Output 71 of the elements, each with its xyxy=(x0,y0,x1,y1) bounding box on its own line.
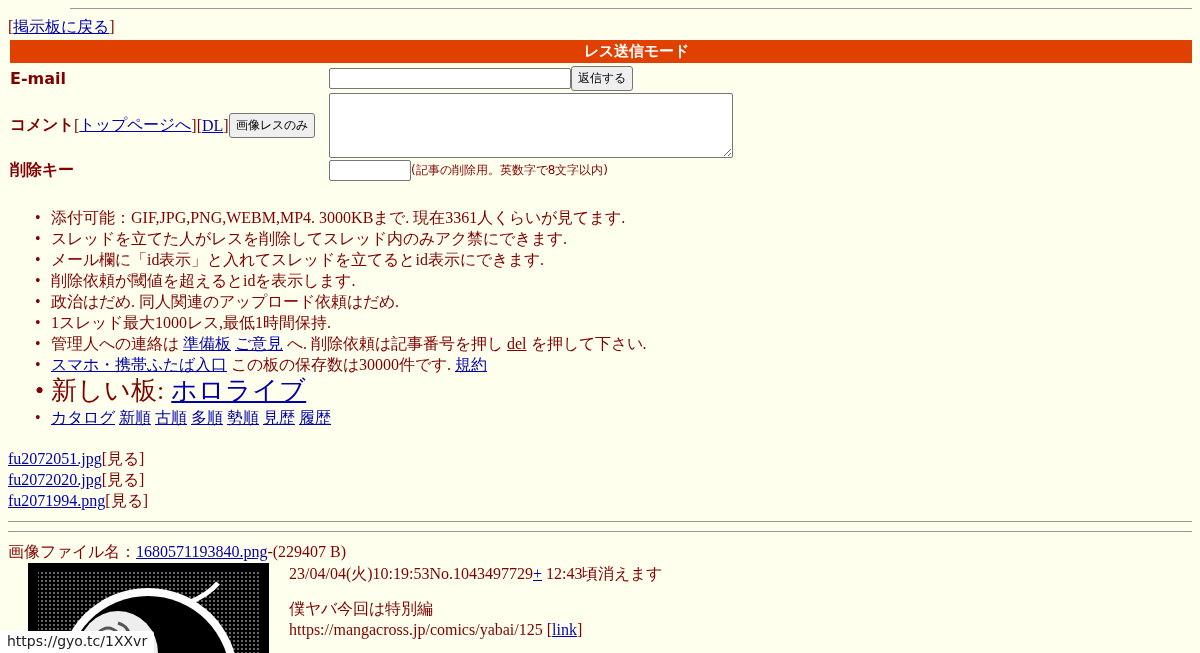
bullet: • xyxy=(35,208,42,228)
notice-text: 添付可能：GIF,JPG,PNG,WEBM,MP4. 3000KBまで. 現在3361人くらいが見てます. xyxy=(51,209,626,226)
link[interactable]: 履歴 xyxy=(299,409,331,426)
link[interactable]: 規約 xyxy=(455,356,487,373)
back-link[interactable]: 掲示板に戻る xyxy=(13,18,110,35)
bracket: [ xyxy=(74,116,80,135)
bullet: • xyxy=(35,355,42,375)
bullet: • xyxy=(35,375,46,407)
view-link[interactable]: [見る] xyxy=(105,492,148,509)
link[interactable]: ご意見 xyxy=(235,335,283,352)
top-page-link[interactable]: トップページへ xyxy=(79,115,192,136)
view-link[interactable]: [見る] xyxy=(101,471,145,488)
file-link[interactable]: fu2072020.jpg xyxy=(8,471,102,488)
link[interactable]: 新順 xyxy=(119,409,151,426)
bullet: • xyxy=(35,334,42,354)
file-label: 画像ファイル名： xyxy=(8,543,136,560)
post-text: 僕ヤバ今回は特別編 xyxy=(289,600,433,617)
link[interactable]: 多順 xyxy=(191,409,223,426)
del-link[interactable]: del xyxy=(507,335,527,352)
file-link[interactable]: 1680571193840.png xyxy=(136,543,268,560)
file-link[interactable]: fu2071994.png xyxy=(8,492,106,509)
notice-text: スレッドを立てた人がレスを削除してスレッド内のみアク禁にできます. xyxy=(51,230,567,247)
bullet: • xyxy=(35,229,42,249)
notice-text: へ. 削除依頼は記事番号を押し xyxy=(287,335,503,352)
file-size: -(229407 B) xyxy=(267,543,347,560)
bracket: [ xyxy=(196,116,202,135)
status-bar: https://gyo.tc/1XXvr xyxy=(0,631,155,653)
notice-text: 管理人への連絡は xyxy=(51,335,179,352)
link[interactable]: スマホ・携帯ふたば入口 xyxy=(51,356,227,373)
bracket: [ xyxy=(8,18,14,35)
notice-text: 新しい板: xyxy=(51,376,165,405)
delete-key-note: (記事の削除用。英数字で8文字以内) xyxy=(411,162,608,179)
comment-label: コメント xyxy=(10,115,74,136)
bullet: • xyxy=(35,250,42,270)
plus-link[interactable]: + xyxy=(533,565,543,582)
dl-link[interactable]: DL xyxy=(202,116,224,135)
expiry-text: 12:43頃消えます xyxy=(546,565,663,582)
form-title-bar: レス送信モード xyxy=(10,40,1192,63)
comment-field[interactable] xyxy=(329,93,733,158)
image-only-button[interactable]: 画像レスのみ xyxy=(228,113,315,138)
delete-key-label: 削除キー xyxy=(10,160,74,181)
link[interactable]: 準備板 xyxy=(183,335,231,352)
notice-text: メール欄に「id表示」と入れてスレッドを立てるとid表示にできます. xyxy=(51,251,544,268)
submit-button[interactable]: 返信する xyxy=(571,66,633,91)
notice-text: 削除依頼が閾値を超えるとidを表示します. xyxy=(51,272,356,289)
link[interactable]: 見歴 xyxy=(263,409,295,426)
delete-key-field[interactable] xyxy=(329,160,411,181)
bullet: • xyxy=(35,292,42,312)
link[interactable]: 勢順 xyxy=(227,409,259,426)
bracket: ] xyxy=(109,18,115,35)
notice-text: 1スレッド最大1000レス,最低1時間保持. xyxy=(51,314,331,331)
notice-text: この板の保存数は30000件です. xyxy=(231,356,451,373)
notice-text: 政治はだめ. 同人関連のアップロード依頼はだめ. xyxy=(51,293,399,310)
bracket: ] xyxy=(191,116,197,135)
file-link[interactable]: fu2072051.jpg xyxy=(8,450,102,467)
email-label: E-mail xyxy=(10,69,66,88)
link[interactable]: カタログ xyxy=(51,409,115,426)
view-link[interactable]: [見る] xyxy=(101,450,145,467)
bullet: • xyxy=(35,271,42,291)
post-url: https://mangacross.jp/comics/yabai/125 xyxy=(289,621,543,638)
bullet: • xyxy=(35,408,42,428)
bracket: ] xyxy=(576,621,583,638)
notice-text: を押して下さい. xyxy=(530,335,647,352)
link[interactable]: ホロライブ xyxy=(171,376,307,405)
link[interactable]: 古順 xyxy=(155,409,187,426)
bracket: [ xyxy=(546,621,553,638)
bullet: • xyxy=(35,313,42,333)
link[interactable]: link xyxy=(552,621,577,638)
email-field[interactable] xyxy=(329,68,571,89)
post-header: 23/04/04(火)10:19:53No.1043497729 xyxy=(289,565,533,582)
bracket: ] xyxy=(223,116,229,135)
